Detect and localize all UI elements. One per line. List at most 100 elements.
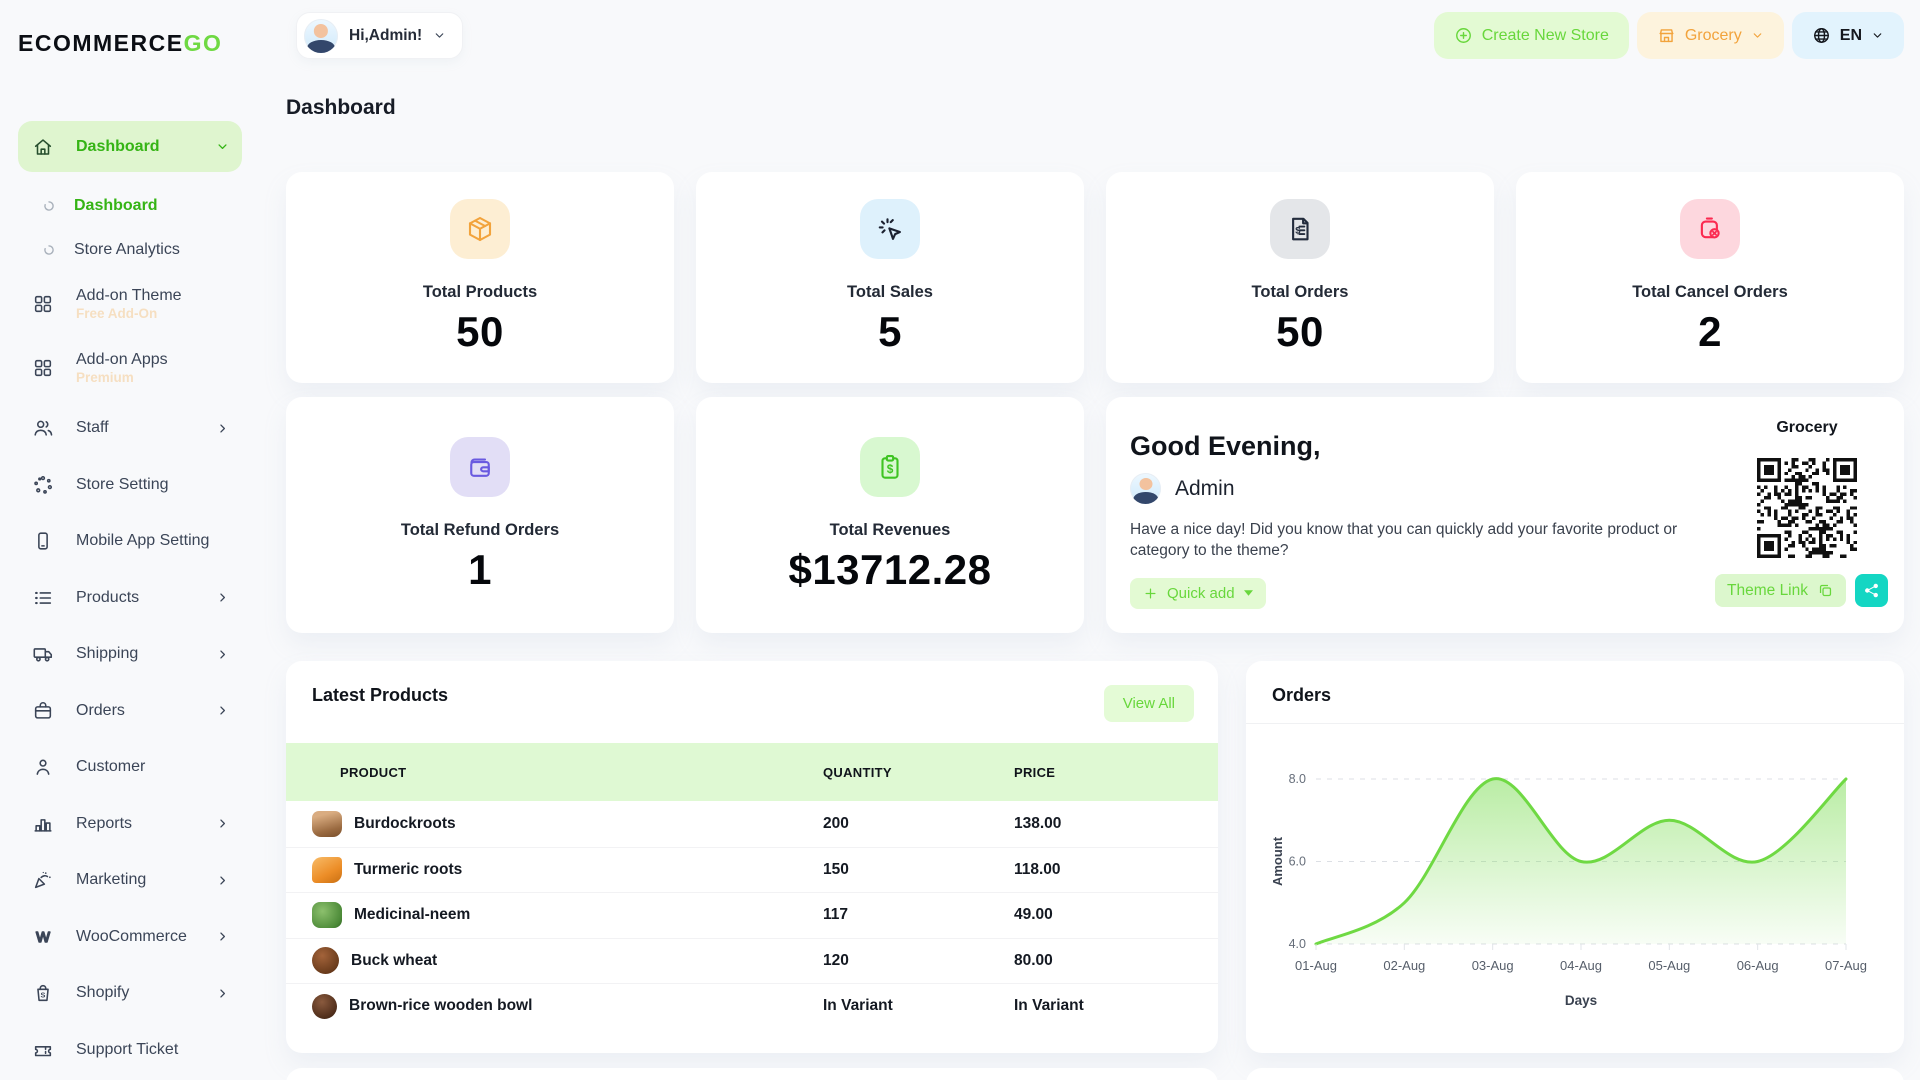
svg-text:$: $ [1295, 226, 1301, 236]
globe-icon [1812, 26, 1831, 45]
sidebar-nav: DashboardDashboardStore AnalyticsAdd-on … [18, 121, 242, 1078]
product-thumbnail [312, 857, 342, 883]
brand-name-accent: GO [184, 30, 223, 56]
svg-text:8.0: 8.0 [1289, 772, 1306, 786]
stat-value: 50 [1276, 308, 1324, 356]
chevron-right-icon [215, 590, 230, 605]
view-all-button[interactable]: View All [1104, 685, 1194, 722]
sidebar-item-dashboard[interactable]: Dashboard [18, 121, 242, 172]
orders-title: Orders [1272, 685, 1331, 706]
stat-card-total-sales: Total Sales 5 [696, 172, 1084, 383]
copy-icon [1817, 582, 1834, 599]
product-price: 118.00 [1014, 861, 1061, 879]
sidebar-item-support-ticket[interactable]: Support Ticket [18, 1022, 242, 1079]
party-icon [32, 869, 54, 891]
product-price: 80.00 [1014, 952, 1053, 970]
main-content: Hi,Admin! Create New Store Grocery EN Da… [286, 0, 1904, 1080]
next-panel-partial [1246, 1068, 1904, 1080]
brand-logo[interactable]: ECOMMERCEGO [18, 30, 242, 57]
product-price: In Variant [1014, 997, 1084, 1015]
sidebar-subitem-dashboard[interactable]: Dashboard [18, 184, 242, 228]
user-menu[interactable]: Hi,Admin! [296, 12, 463, 59]
brand-name: ECOMMERCE [18, 30, 184, 56]
sidebar-item-woocommerce[interactable]: WWooCommerce [18, 909, 242, 966]
stat-card-total-revenues: $Total Revenues$13712.28 [696, 397, 1084, 633]
table-row[interactable]: Medicinal-neem11749.00 [286, 892, 1218, 938]
latest-products-title: Latest Products [312, 685, 448, 706]
svg-text:01-Aug: 01-Aug [1295, 958, 1337, 973]
user-icon [32, 756, 54, 778]
product-thumbnail [312, 811, 342, 837]
invoice-icon: $ [1270, 199, 1330, 259]
store-selector-button[interactable]: Grocery [1637, 12, 1784, 59]
sidebar-subitem-store-analytics[interactable]: Store Analytics [18, 228, 242, 272]
table-row[interactable]: Brown-rice wooden bowlIn VariantIn Varia… [286, 983, 1218, 1029]
share-button[interactable] [1855, 574, 1888, 607]
sidebar-item-shopify[interactable]: SShopify [18, 965, 242, 1022]
plus-icon [1143, 586, 1158, 601]
woo-icon: W [32, 926, 54, 948]
product-name: Buck wheat [351, 952, 437, 970]
sidebar-item-store-setting[interactable]: Store Setting [18, 457, 242, 514]
qr-code [1757, 458, 1857, 558]
stat-value: 50 [456, 308, 504, 356]
stat-label: Total Sales [847, 283, 933, 302]
stat-label: Total Cancel Orders [1632, 283, 1788, 302]
caret-down-icon [1244, 590, 1253, 596]
box-cancel-icon [1680, 199, 1740, 259]
chevron-down-icon [433, 29, 446, 42]
page-title: Dashboard [286, 96, 396, 120]
sidebar-item-orders[interactable]: Orders [18, 683, 242, 740]
welcome-message: Have a nice day! Did you know that you c… [1130, 519, 1678, 562]
svg-text:6.0: 6.0 [1289, 855, 1306, 869]
sidebar-item-products[interactable]: Products [18, 570, 242, 627]
list-icon [32, 587, 54, 609]
user-avatar [1130, 473, 1161, 504]
create-new-store-button[interactable]: Create New Store [1434, 12, 1629, 59]
product-price: 138.00 [1014, 815, 1061, 833]
svg-text:4.0: 4.0 [1289, 937, 1306, 951]
storefront-icon [1657, 26, 1676, 45]
welcome-username: Admin [1175, 477, 1235, 501]
product-name: Brown-rice wooden bowl [349, 997, 532, 1015]
quick-add-button[interactable]: Quick add [1130, 578, 1266, 609]
svg-text:S: S [41, 991, 46, 1000]
stat-value: 2 [1698, 308, 1722, 356]
cursor-click-icon [860, 199, 920, 259]
sidebar-item-mobile-app-setting[interactable]: Mobile App Setting [18, 513, 242, 570]
table-row[interactable]: Turmeric roots150118.00 [286, 847, 1218, 893]
product-thumbnail [312, 902, 342, 928]
sidebar-item-add-on-theme[interactable]: Add-on ThemeFree Add-On [18, 272, 242, 336]
stat-label: Total Orders [1252, 283, 1349, 302]
stat-value: 5 [878, 308, 902, 356]
language-selector-button[interactable]: EN [1792, 12, 1904, 59]
chevron-right-icon [215, 703, 230, 718]
sidebar-item-reports[interactable]: Reports [18, 796, 242, 853]
sidebar-item-shipping[interactable]: Shipping [18, 626, 242, 683]
addon-badge: Free Add-On [76, 306, 182, 321]
table-row[interactable]: Buck wheat12080.00 [286, 938, 1218, 984]
sidebar-item-customer[interactable]: Customer [18, 739, 242, 796]
svg-text:Days: Days [1565, 993, 1597, 1008]
product-thumbnail [312, 947, 339, 974]
sidebar: ECOMMERCEGO DashboardDashboardStore Anal… [18, 0, 242, 1080]
dots-icon [32, 474, 54, 496]
grid-icon [32, 293, 54, 315]
plus-circle-icon [1454, 26, 1473, 45]
chevron-right-icon [215, 986, 230, 1001]
product-thumbnail [312, 994, 337, 1019]
products-table-body: Burdockroots200138.00Turmeric roots15011… [286, 801, 1218, 1029]
sidebar-item-add-on-apps[interactable]: Add-on AppsPremium [18, 336, 242, 400]
theme-link-button[interactable]: Theme Link [1715, 574, 1846, 607]
table-row[interactable]: Burdockroots200138.00 [286, 801, 1218, 847]
sidebar-item-marketing[interactable]: Marketing [18, 852, 242, 909]
product-name: Burdockroots [354, 815, 456, 833]
user-greeting: Hi,Admin! [349, 27, 422, 45]
product-price: 49.00 [1014, 906, 1053, 924]
column-header: QUANTITY [823, 765, 1014, 780]
svg-text:$: $ [887, 462, 894, 476]
sidebar-item-staff[interactable]: Staff [18, 400, 242, 457]
chart-icon [32, 813, 54, 835]
chevron-down-icon [215, 139, 230, 154]
stat-card-total-orders: $ Total Orders 50 [1106, 172, 1494, 383]
